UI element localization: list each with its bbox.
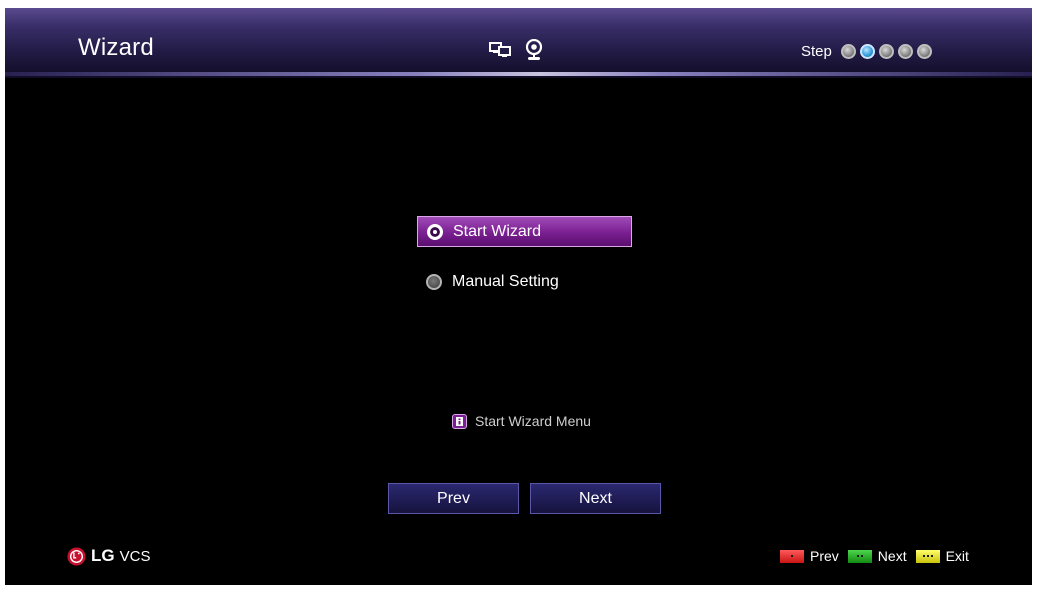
page-title: Wizard	[78, 34, 154, 61]
radio-unselected-icon	[426, 273, 442, 290]
option-manual-setting[interactable]: Manual Setting	[417, 266, 632, 297]
lg-vcs-logo: LG VCS	[67, 546, 150, 566]
option-label: Start Wizard	[453, 222, 542, 240]
option-label: Manual Setting	[452, 272, 559, 290]
header-bar: Wizard Step	[5, 8, 1032, 78]
webcam-icon	[525, 38, 543, 66]
legend-prev-label: Prev	[810, 548, 839, 564]
green-key-icon	[847, 549, 872, 563]
step-dot-4	[897, 44, 913, 59]
legend-exit-label: Exit	[945, 548, 969, 564]
tv-screen: Wizard Step Start Wizard Manual Setting …	[5, 8, 1032, 585]
legend-next-label: Next	[877, 548, 907, 564]
next-button[interactable]: Next	[530, 483, 661, 514]
red-key-icon	[780, 549, 804, 563]
step-dot-1	[840, 44, 856, 59]
yellow-key-icon	[915, 549, 940, 563]
step-label: Step	[801, 43, 832, 60]
prev-button[interactable]: Prev	[388, 483, 519, 514]
step-dot-3	[878, 44, 894, 59]
step-indicator: Step	[801, 43, 936, 60]
hint-text: Start Wizard Menu	[475, 413, 591, 429]
step-dot-2-active	[859, 44, 875, 59]
step-dot-5	[916, 44, 932, 59]
logo-product-text: VCS	[119, 547, 151, 565]
help-hint: Start Wizard Menu	[452, 413, 591, 429]
lg-logo-icon	[67, 547, 86, 566]
status-icons	[489, 38, 543, 66]
remote-key-legend: Prev Next Exit	[780, 548, 978, 564]
header-divider	[5, 72, 1032, 76]
network-icon	[489, 42, 511, 63]
info-icon	[452, 413, 467, 429]
radio-selected-icon	[427, 223, 443, 240]
logo-lg-text: LG	[91, 546, 115, 565]
option-start-wizard[interactable]: Start Wizard	[417, 216, 632, 247]
